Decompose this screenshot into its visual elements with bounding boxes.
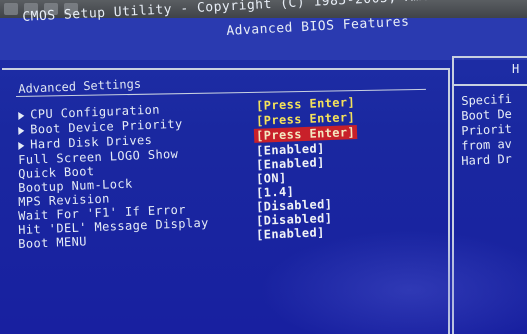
monitor-button-icon bbox=[4, 3, 18, 15]
setting-value[interactable]: [Enabled] bbox=[256, 225, 325, 242]
help-line: from av bbox=[461, 136, 513, 153]
help-line: Priorit bbox=[461, 121, 513, 138]
setting-value[interactable]: [ON] bbox=[256, 171, 287, 186]
submenu-arrow-icon bbox=[18, 126, 25, 135]
help-divider bbox=[452, 84, 527, 86]
submenu-arrow-icon bbox=[18, 111, 25, 120]
setting-value[interactable]: [1.4] bbox=[256, 184, 295, 199]
setting-label: Boot MENU bbox=[18, 234, 88, 251]
help-line: Boot De bbox=[461, 106, 513, 123]
submenu-arrow-icon bbox=[18, 141, 25, 150]
help-title: H bbox=[512, 62, 520, 76]
bios-screen: CMOS Setup Utility - Copyright (C) 1985-… bbox=[0, 0, 527, 334]
help-line: Specifi bbox=[461, 91, 513, 108]
help-line: Hard Dr bbox=[461, 151, 513, 168]
